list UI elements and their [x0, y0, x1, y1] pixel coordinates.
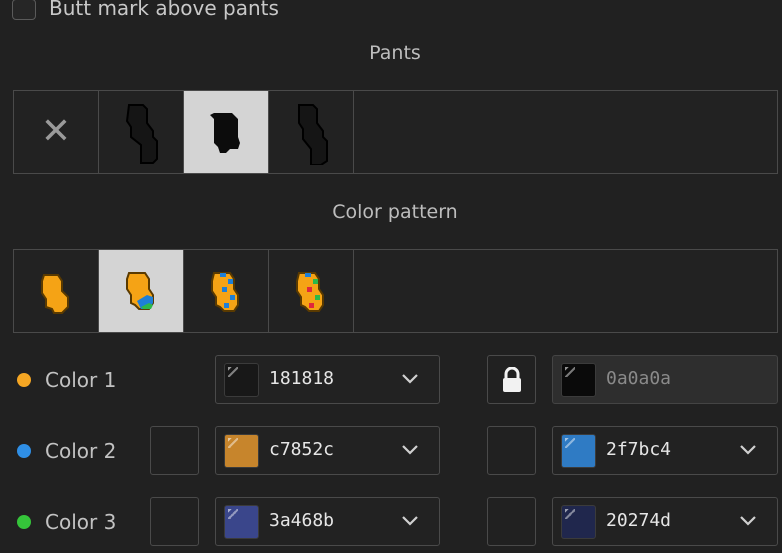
chevron-down-icon [740, 516, 756, 526]
color-1-primary-hex: 181818 [269, 368, 335, 389]
color-3-secondary-select[interactable]: 20274d [552, 497, 778, 546]
color-2-secondary-hex: 2f7bc4 [606, 439, 672, 460]
pants-sprite-icon [298, 104, 328, 165]
color-3-secondary-swatch [561, 505, 596, 539]
pants-sprite-icon [125, 104, 158, 164]
lock-icon [502, 366, 521, 392]
color-2-secondary-swatch [561, 434, 596, 468]
color-1-secondary-hex: 0a0a0a [606, 368, 672, 389]
pattern-sprite-icon [41, 274, 69, 314]
color-2-secondary-select[interactable]: 2f7bc4 [552, 426, 778, 475]
close-icon: ✕ [40, 111, 72, 152]
pattern-sprite-icon [211, 272, 239, 312]
color-2-dot [17, 444, 31, 458]
color-3-secondary-toggle-button[interactable] [487, 497, 536, 546]
color-1-primary-select[interactable]: 181818 [215, 355, 440, 404]
chevron-down-icon [402, 516, 418, 526]
pattern-options [13, 249, 778, 333]
pants-title: Pants [369, 42, 421, 64]
color-3-toggle-button[interactable] [150, 497, 199, 546]
color-2-primary-select[interactable]: c7852c [215, 426, 440, 475]
pattern-4[interactable] [269, 250, 354, 332]
color-3-secondary-hex: 20274d [606, 510, 672, 531]
pants-style-1[interactable] [99, 91, 184, 173]
color-3-primary-swatch [224, 505, 259, 539]
pattern-1[interactable] [14, 250, 99, 332]
pants-sprite-icon [210, 113, 240, 153]
color-1-label: Color 1 [45, 368, 117, 392]
color-2-primary-swatch [224, 434, 259, 468]
chevron-down-icon [402, 374, 418, 384]
color-1-primary-swatch [224, 363, 259, 397]
pattern-2[interactable] [99, 250, 184, 332]
lock-button[interactable] [487, 355, 536, 404]
pattern-title: Color pattern [332, 201, 458, 223]
color-1-dot [17, 373, 31, 387]
color-2-secondary-toggle-button[interactable] [487, 426, 536, 475]
color-3-primary-select[interactable]: 3a468b [215, 497, 440, 546]
color-2-label: Color 2 [45, 439, 117, 463]
color-2-primary-hex: c7852c [269, 439, 335, 460]
color-3-primary-hex: 3a468b [269, 510, 335, 531]
color-1-secondary-select: 0a0a0a [552, 355, 778, 404]
color-3-label: Color 3 [45, 510, 117, 534]
color-2-toggle-button[interactable] [150, 426, 199, 475]
pants-style-3[interactable] [269, 91, 354, 173]
pattern-3[interactable] [184, 250, 269, 332]
pattern-sprite-icon [296, 272, 324, 312]
butt-mark-label: Butt mark above pants [49, 0, 279, 20]
chevron-down-icon [402, 445, 418, 455]
color-1-secondary-swatch [561, 363, 596, 397]
pants-style-2[interactable] [184, 91, 269, 173]
pants-options: ✕ [13, 90, 778, 174]
color-3-dot [17, 515, 31, 529]
pattern-sprite-icon [126, 272, 154, 310]
chevron-down-icon [740, 445, 756, 455]
butt-mark-checkbox[interactable] [12, 0, 36, 20]
pants-none-option[interactable]: ✕ [14, 91, 99, 173]
